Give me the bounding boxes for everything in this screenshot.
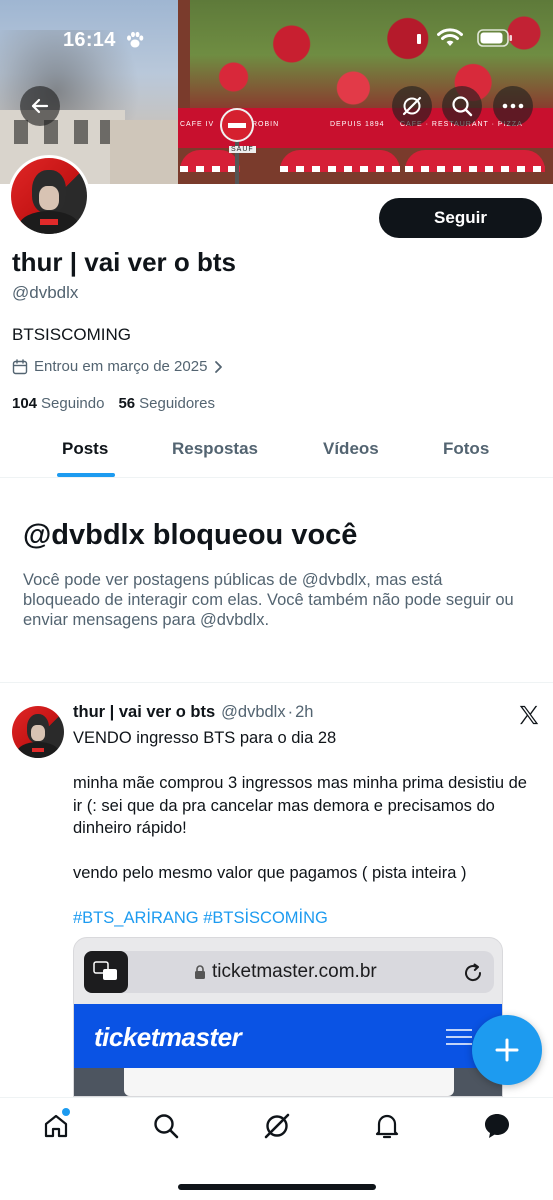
grok-icon <box>264 1113 290 1139</box>
post-line: VENDO ingresso BTS para o dia 28 <box>73 729 337 747</box>
profile-bio: BTSISCOMING <box>12 325 132 344</box>
lock-icon <box>195 965 205 979</box>
banner-umbrella <box>180 150 240 172</box>
following-label: Seguindo <box>41 395 105 412</box>
search-icon <box>452 96 473 117</box>
blocked-description: Você pode ver postagens públicas de @dvb… <box>23 571 514 629</box>
status-time: 16:14 <box>63 29 116 51</box>
calendar-icon <box>12 358 28 374</box>
page-card <box>124 1068 454 1096</box>
joined-date[interactable]: Entrou em março de 2025 <box>12 358 223 375</box>
compose-button[interactable] <box>472 1015 542 1085</box>
tab-videos[interactable]: Vídeos <box>323 439 379 459</box>
nav-search[interactable] <box>150 1110 182 1142</box>
messages-icon <box>485 1114 509 1138</box>
notification-dot <box>62 1108 70 1116</box>
tab-posts[interactable]: Posts <box>62 439 108 459</box>
tab-photos[interactable]: Fotos <box>443 439 489 459</box>
avatar-image <box>11 158 87 234</box>
plus-icon <box>495 1038 519 1062</box>
grok-button[interactable] <box>392 86 432 126</box>
post-separator: · <box>287 703 294 721</box>
profile-tabs: Posts Respostas Vídeos Fotos <box>0 425 553 478</box>
followers-label: Seguidores <box>139 395 216 412</box>
post-media[interactable]: ticketmaster.com.br ticketmaster <box>73 937 503 1097</box>
post-text: VENDO ingresso BTS para o dia 28 minha m… <box>73 727 533 930</box>
no-entry-sign <box>220 108 254 142</box>
nav-messages[interactable] <box>481 1110 513 1142</box>
chevron-right-icon <box>215 360 223 373</box>
following-link[interactable]: 104 Seguindo <box>12 395 104 412</box>
back-button[interactable] <box>20 86 60 126</box>
browser-url-text: ticketmaster.com.br <box>212 961 377 982</box>
reload-icon <box>465 963 482 982</box>
blocked-title: @dvbdlx bloqueou você <box>23 519 358 551</box>
banner-umbrella <box>405 150 545 172</box>
translate-icon <box>84 951 128 993</box>
post-author-handle[interactable]: @dvbdlx <box>221 703 285 722</box>
banner-umbrella <box>280 150 400 172</box>
awning-text-far-left: CAFE IV <box>180 121 215 128</box>
avatar-image <box>12 706 64 758</box>
post-line: vendo pelo mesmo valor que pagamos ( pis… <box>73 864 467 882</box>
signal-icon <box>417 34 421 44</box>
hamburger-menu-icon <box>446 1029 472 1045</box>
following-count: 104 <box>12 395 38 412</box>
followers-link[interactable]: 56 Seguidores <box>118 395 215 412</box>
paw-icon <box>127 31 144 48</box>
browser-url: ticketmaster.com.br <box>194 961 377 983</box>
wifi-icon <box>437 28 463 46</box>
post-avatar[interactable] <box>12 706 64 758</box>
joined-label: Entrou em março de 2025 <box>34 358 208 375</box>
sign-label: SAUF <box>229 146 256 153</box>
nav-notifications[interactable] <box>371 1110 403 1142</box>
followers-count: 56 <box>118 395 136 412</box>
search-button[interactable] <box>442 86 482 126</box>
post-author-name[interactable]: thur | vai ver o bts <box>73 703 215 722</box>
awning-text-left: DEPUIS 1894 <box>330 121 385 128</box>
profile-display-name: thur | vai ver o bts <box>12 247 236 277</box>
post-header: thur | vai ver o bts @dvbdlx · 2h <box>73 703 313 722</box>
ticketmaster-logo: ticketmaster <box>94 1022 242 1052</box>
search-icon <box>154 1114 179 1139</box>
home-icon <box>44 1114 68 1138</box>
follow-button[interactable]: Seguir <box>379 198 542 238</box>
grok-icon <box>402 96 422 116</box>
awning-text-center: ROBIN <box>252 121 280 128</box>
tab-replies[interactable]: Respostas <box>172 439 258 459</box>
home-indicator <box>178 1184 376 1190</box>
nav-grok[interactable] <box>261 1110 293 1142</box>
profile-avatar[interactable] <box>8 155 90 237</box>
x-logo-icon <box>519 705 539 725</box>
post-hashtags[interactable]: #BTS_ARİRANG #BTSİSCOMİNG <box>73 907 533 930</box>
arrow-left-icon <box>31 98 49 114</box>
more-icon <box>502 103 524 109</box>
battery-icon <box>477 29 512 47</box>
profile-handle: @dvbdlx <box>12 283 79 302</box>
post-line: minha mãe comprou 3 ingressos mas minha … <box>73 774 527 837</box>
profile-stats: 104 Seguindo 56 Seguidores <box>12 395 215 412</box>
more-button[interactable] <box>493 86 533 126</box>
post-time[interactable]: 2h <box>295 703 313 722</box>
status-indicators <box>415 28 513 48</box>
active-tab-indicator <box>57 473 115 477</box>
divider <box>0 682 553 683</box>
bell-icon <box>375 1114 399 1139</box>
